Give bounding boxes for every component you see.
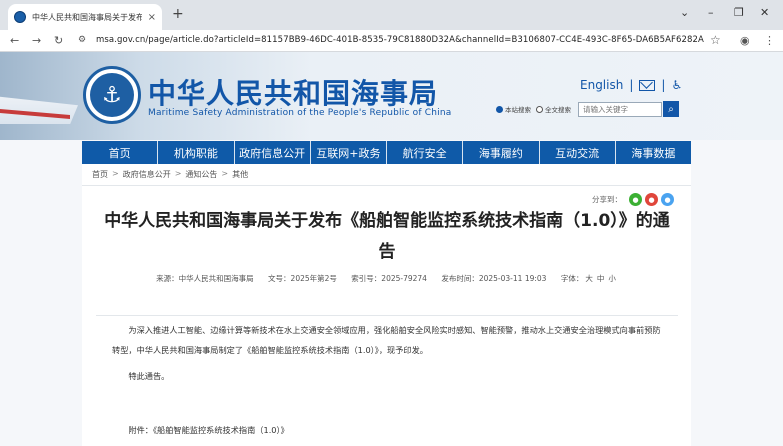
article-container: 首页 > 政府信息公开 > 通知公告 > 其他 分享到： ● ● ● 中华人民共… [82, 164, 691, 446]
accessibility-icon[interactable]: ♿ [671, 78, 682, 92]
breadcrumb-separator: > [221, 169, 229, 178]
browser-toolbar: ← → ↻ ⚙ msa.gov.cn/page/article.do?artic… [0, 30, 783, 52]
window-maximize-button[interactable]: ❐ [734, 6, 744, 20]
breadcrumb-separator: > [174, 169, 182, 178]
tab-close-icon[interactable]: × [148, 12, 156, 23]
breadcrumb-other[interactable]: 其他 [232, 169, 248, 180]
nav-item-internet-gov[interactable]: 互联网+政务 [310, 141, 387, 164]
address-bar[interactable]: ⚙ msa.gov.cn/page/article.do?articleId=8… [74, 32, 730, 50]
web-page: ⚓ 中华人民共和国海事局 Maritime Safety Administrat… [0, 52, 783, 446]
meta-date: 发布时间：2025-03-11 19:03 [441, 274, 546, 283]
address-url[interactable]: msa.gov.cn/page/article.do?articleId=811… [96, 35, 704, 45]
nav-item-gov-info[interactable]: 政府信息公开 [234, 141, 311, 164]
site-favicon-icon [14, 11, 26, 23]
top-links: English | | ♿ [580, 78, 682, 92]
meta-date-value: 2025-03-11 19:03 [478, 274, 547, 283]
msa-emblem-logo[interactable]: ⚓ [83, 66, 141, 124]
bookmark-star-icon[interactable]: ☆ [710, 33, 721, 47]
breadcrumb-home[interactable]: 首页 [92, 169, 108, 180]
site-info-icon[interactable]: ⚙ [78, 35, 86, 45]
nav-item-data[interactable]: 海事数据 [615, 141, 691, 164]
radio-full-label: 全文搜索 [545, 106, 571, 114]
radio-dot-checked[interactable] [496, 105, 503, 113]
article-title: 中华人民共和国海事局关于发布《船舶智能监控系统技术指南（1.0）》的通告 [104, 211, 670, 262]
nav-item-interaction[interactable]: 互动交流 [539, 141, 616, 164]
breadcrumb: 首页 > 政府信息公开 > 通知公告 > 其他 [92, 169, 248, 180]
font-size-large[interactable]: 大 [585, 274, 593, 283]
tab-search-icon[interactable]: ⌄ [680, 6, 689, 20]
meta-source-label: 来源： [156, 274, 179, 283]
article-meta: 来源：中华人民共和国海事局 文号：2025年第2号 索引号：2025-79274… [102, 269, 672, 288]
window-minimize-button[interactable]: – [708, 6, 714, 20]
divider [82, 185, 691, 186]
meta-doc-no-value: 2025年第2号 [290, 274, 337, 283]
browser-tabstrip: 中华人民共和国海事局关于发布... × + ⌄ – ❐ ✕ [0, 0, 783, 30]
tab-title: 中华人民共和国海事局关于发布... [32, 12, 142, 22]
new-tab-button[interactable]: + [172, 6, 184, 22]
meta-index: 索引号：2025-79274 [351, 274, 427, 283]
meta-doc-no-label: 文号： [268, 274, 291, 283]
share-bar: 分享到： ● ● ● [592, 193, 674, 206]
qq-share-icon[interactable]: ● [661, 193, 674, 206]
mail-icon[interactable] [639, 79, 656, 91]
breadcrumb-separator: > [112, 169, 119, 178]
search-area: 本站搜索 全文搜索 ⌕ [496, 101, 679, 117]
meta-date-label: 发布时间： [441, 274, 479, 283]
article-body: 为深入推进人工智能、边缘计算等新技术在水上交通安全领域应用，强化船舶安全风险实时… [112, 320, 662, 440]
radio-dot[interactable] [536, 105, 543, 113]
meta-font-label: 字体： [560, 274, 584, 283]
site-title[interactable]: 中华人民共和国海事局 [148, 72, 438, 112]
breadcrumb-notices[interactable]: 通知公告 [185, 169, 217, 180]
weibo-share-icon[interactable]: ● [645, 193, 658, 206]
link-separator: | [661, 78, 666, 92]
article-paragraph: 为深入推进人工智能、边缘计算等新技术在水上交通安全领域应用，强化船舶安全风险实时… [112, 325, 661, 355]
radio-site-label: 本站搜索 [505, 106, 531, 114]
meta-index-label: 索引号： [351, 274, 382, 283]
wechat-share-icon[interactable]: ● [629, 193, 642, 206]
window-close-button[interactable]: ✕ [760, 6, 769, 20]
meta-font-size: 字体：大中小 [561, 274, 618, 283]
meta-source-value: 中华人民共和国海事局 [178, 274, 254, 283]
menu-kebab-icon[interactable]: ⋮ [764, 33, 775, 49]
search-button[interactable]: ⌕ [663, 101, 679, 117]
radio-full-search[interactable]: 全文搜索 [536, 104, 571, 114]
divider [96, 315, 678, 316]
header-banner: ⚓ 中华人民共和国海事局 Maritime Safety Administrat… [0, 52, 783, 140]
anchor-icon: ⚓ [90, 73, 134, 117]
breadcrumb-gov-info[interactable]: 政府信息公开 [123, 169, 171, 180]
font-size-small[interactable]: 小 [608, 274, 616, 283]
main-nav: 首页 机构职能 政府信息公开 互联网+政务 航行安全 海事履约 互动交流 海事数… [82, 141, 691, 164]
font-size-medium[interactable]: 中 [597, 274, 605, 283]
article-closing: 特此通告。 [128, 371, 170, 381]
search-input[interactable] [578, 101, 662, 117]
share-label: 分享到： [592, 195, 622, 204]
nav-item-compliance[interactable]: 海事履约 [463, 141, 540, 164]
site-subtitle: Maritime Safety Administration of the Pe… [148, 108, 452, 118]
nav-item-home[interactable]: 首页 [82, 141, 159, 164]
nav-item-functions[interactable]: 机构职能 [158, 141, 235, 164]
link-separator: | [629, 78, 634, 92]
meta-source: 来源：中华人民共和国海事局 [156, 274, 254, 283]
english-link[interactable]: English [580, 78, 623, 92]
forward-arrow-icon[interactable]: → [32, 33, 41, 49]
browser-tab-active[interactable]: 中华人民共和国海事局关于发布... × [8, 4, 162, 30]
ship-graphic [0, 96, 78, 124]
back-arrow-icon[interactable]: ← [10, 33, 19, 49]
reload-icon[interactable]: ↻ [54, 33, 63, 49]
meta-doc-no: 文号：2025年第2号 [268, 274, 337, 283]
meta-index-value: 2025-79274 [381, 274, 427, 283]
nav-item-navigation-safety[interactable]: 航行安全 [387, 141, 464, 164]
radio-site-search[interactable]: 本站搜索 [496, 104, 531, 114]
profile-icon[interactable]: ◉ [740, 33, 750, 49]
article-attachment-link[interactable]: 附件：《船舶智能监控系统技术指南（1.0）》 [112, 420, 662, 440]
